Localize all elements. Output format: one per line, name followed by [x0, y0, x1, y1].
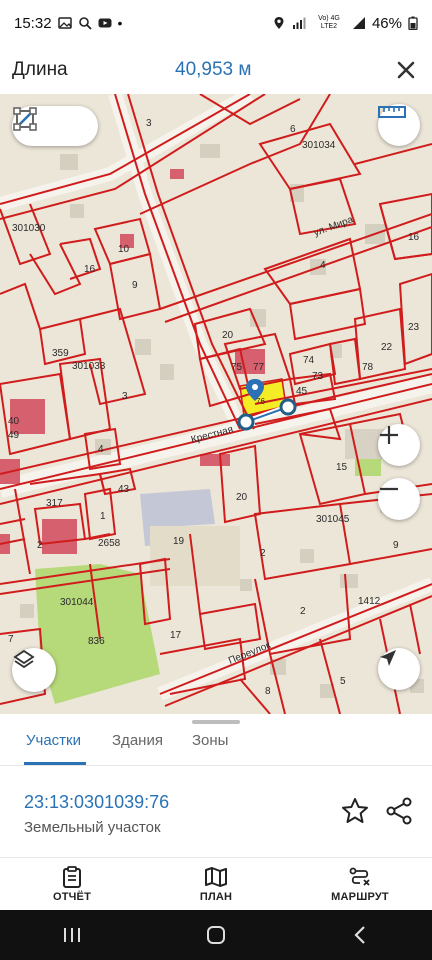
minus-icon: [380, 487, 398, 491]
tab-parcels[interactable]: Участки: [26, 732, 81, 749]
status-bar: 15:32 • Vo) 4G LTE2 46%: [0, 0, 432, 46]
map-icon: [205, 866, 227, 887]
cadastral-number-link[interactable]: 23:13:0301039:76: [24, 792, 169, 813]
favorite-button[interactable]: [340, 796, 370, 826]
layers-icon: [13, 649, 35, 669]
more-notifications-dot: •: [117, 15, 123, 31]
status-time: 15:32: [14, 14, 52, 32]
layers-button[interactable]: [12, 648, 56, 692]
zoom-out-button[interactable]: [378, 478, 420, 520]
star-icon: [342, 798, 368, 823]
area-measure-button[interactable]: [13, 107, 88, 141]
recent-apps-button[interactable]: [52, 920, 92, 950]
area-measure-icon: [13, 107, 37, 131]
info-tabs: Участки Здания Зоны: [0, 714, 432, 766]
recent-apps-icon: [64, 928, 80, 942]
bottom-nav: ОТЧЁТ ПЛАН МАРШРУТ: [0, 858, 432, 910]
youtube-notification-icon: [98, 18, 112, 28]
cell-signal-icon: [352, 17, 365, 29]
route-nav-label: МАРШРУТ: [331, 890, 389, 903]
measure-title: Длина: [12, 59, 68, 80]
image-notification-icon: [57, 17, 72, 29]
map-canvas: [0, 94, 432, 714]
battery-icon: [408, 16, 418, 30]
search-notification-icon: [78, 17, 92, 30]
route-nav-button[interactable]: МАРШРУТ: [288, 858, 432, 910]
measure-point-start[interactable]: [237, 413, 255, 431]
ruler-button[interactable]: [378, 104, 420, 146]
parcel-type: Земельный участок: [24, 819, 161, 836]
cadastral-map[interactable]: 301034 301030 301033 301045 301044 1412 …: [0, 94, 432, 714]
report-nav-label: ОТЧЁТ: [52, 890, 92, 903]
parcel-info-card: 23:13:0301039:76 Земельный участок: [0, 766, 432, 858]
measure-tool-selector: [12, 106, 98, 146]
status-left: 15:32 •: [14, 15, 122, 32]
measure-point-end[interactable]: [279, 398, 297, 416]
drag-handle[interactable]: [192, 720, 240, 724]
back-button[interactable]: [340, 920, 380, 950]
active-tab-indicator: [24, 762, 86, 765]
status-right: Vo) 4G LTE2 46%: [272, 15, 418, 32]
clipboard-icon: [63, 865, 81, 888]
report-nav-button[interactable]: ОТЧЁТ: [0, 858, 144, 910]
zoom-in-button[interactable]: [378, 424, 420, 466]
network-type: Vo) 4G LTE2: [318, 15, 340, 30]
share-button[interactable]: [384, 796, 414, 826]
navigation-arrow-icon: [380, 650, 396, 666]
tab-zones[interactable]: Зоны: [192, 732, 228, 749]
home-icon: [207, 926, 225, 944]
close-button[interactable]: [392, 56, 420, 84]
home-button[interactable]: [196, 920, 236, 950]
close-icon: [397, 61, 415, 79]
system-navigation-bar: [0, 910, 432, 960]
back-icon: [354, 926, 365, 944]
my-location-button[interactable]: [378, 648, 420, 690]
route-icon: [349, 867, 370, 886]
battery-percent: 46%: [371, 14, 402, 32]
ruler-icon: [378, 106, 406, 118]
plan-nav-button[interactable]: ПЛАН: [144, 858, 288, 910]
share-icon: [386, 797, 412, 825]
measure-value: 40,953 м: [175, 59, 252, 80]
location-icon: [274, 17, 284, 29]
plus-icon: [380, 426, 398, 444]
plan-nav-label: ПЛАН: [199, 890, 233, 903]
tab-buildings[interactable]: Здания: [112, 732, 163, 749]
wifi-signal-icon: [292, 17, 306, 29]
measurement-header: Длина 40,953 м: [0, 46, 432, 94]
